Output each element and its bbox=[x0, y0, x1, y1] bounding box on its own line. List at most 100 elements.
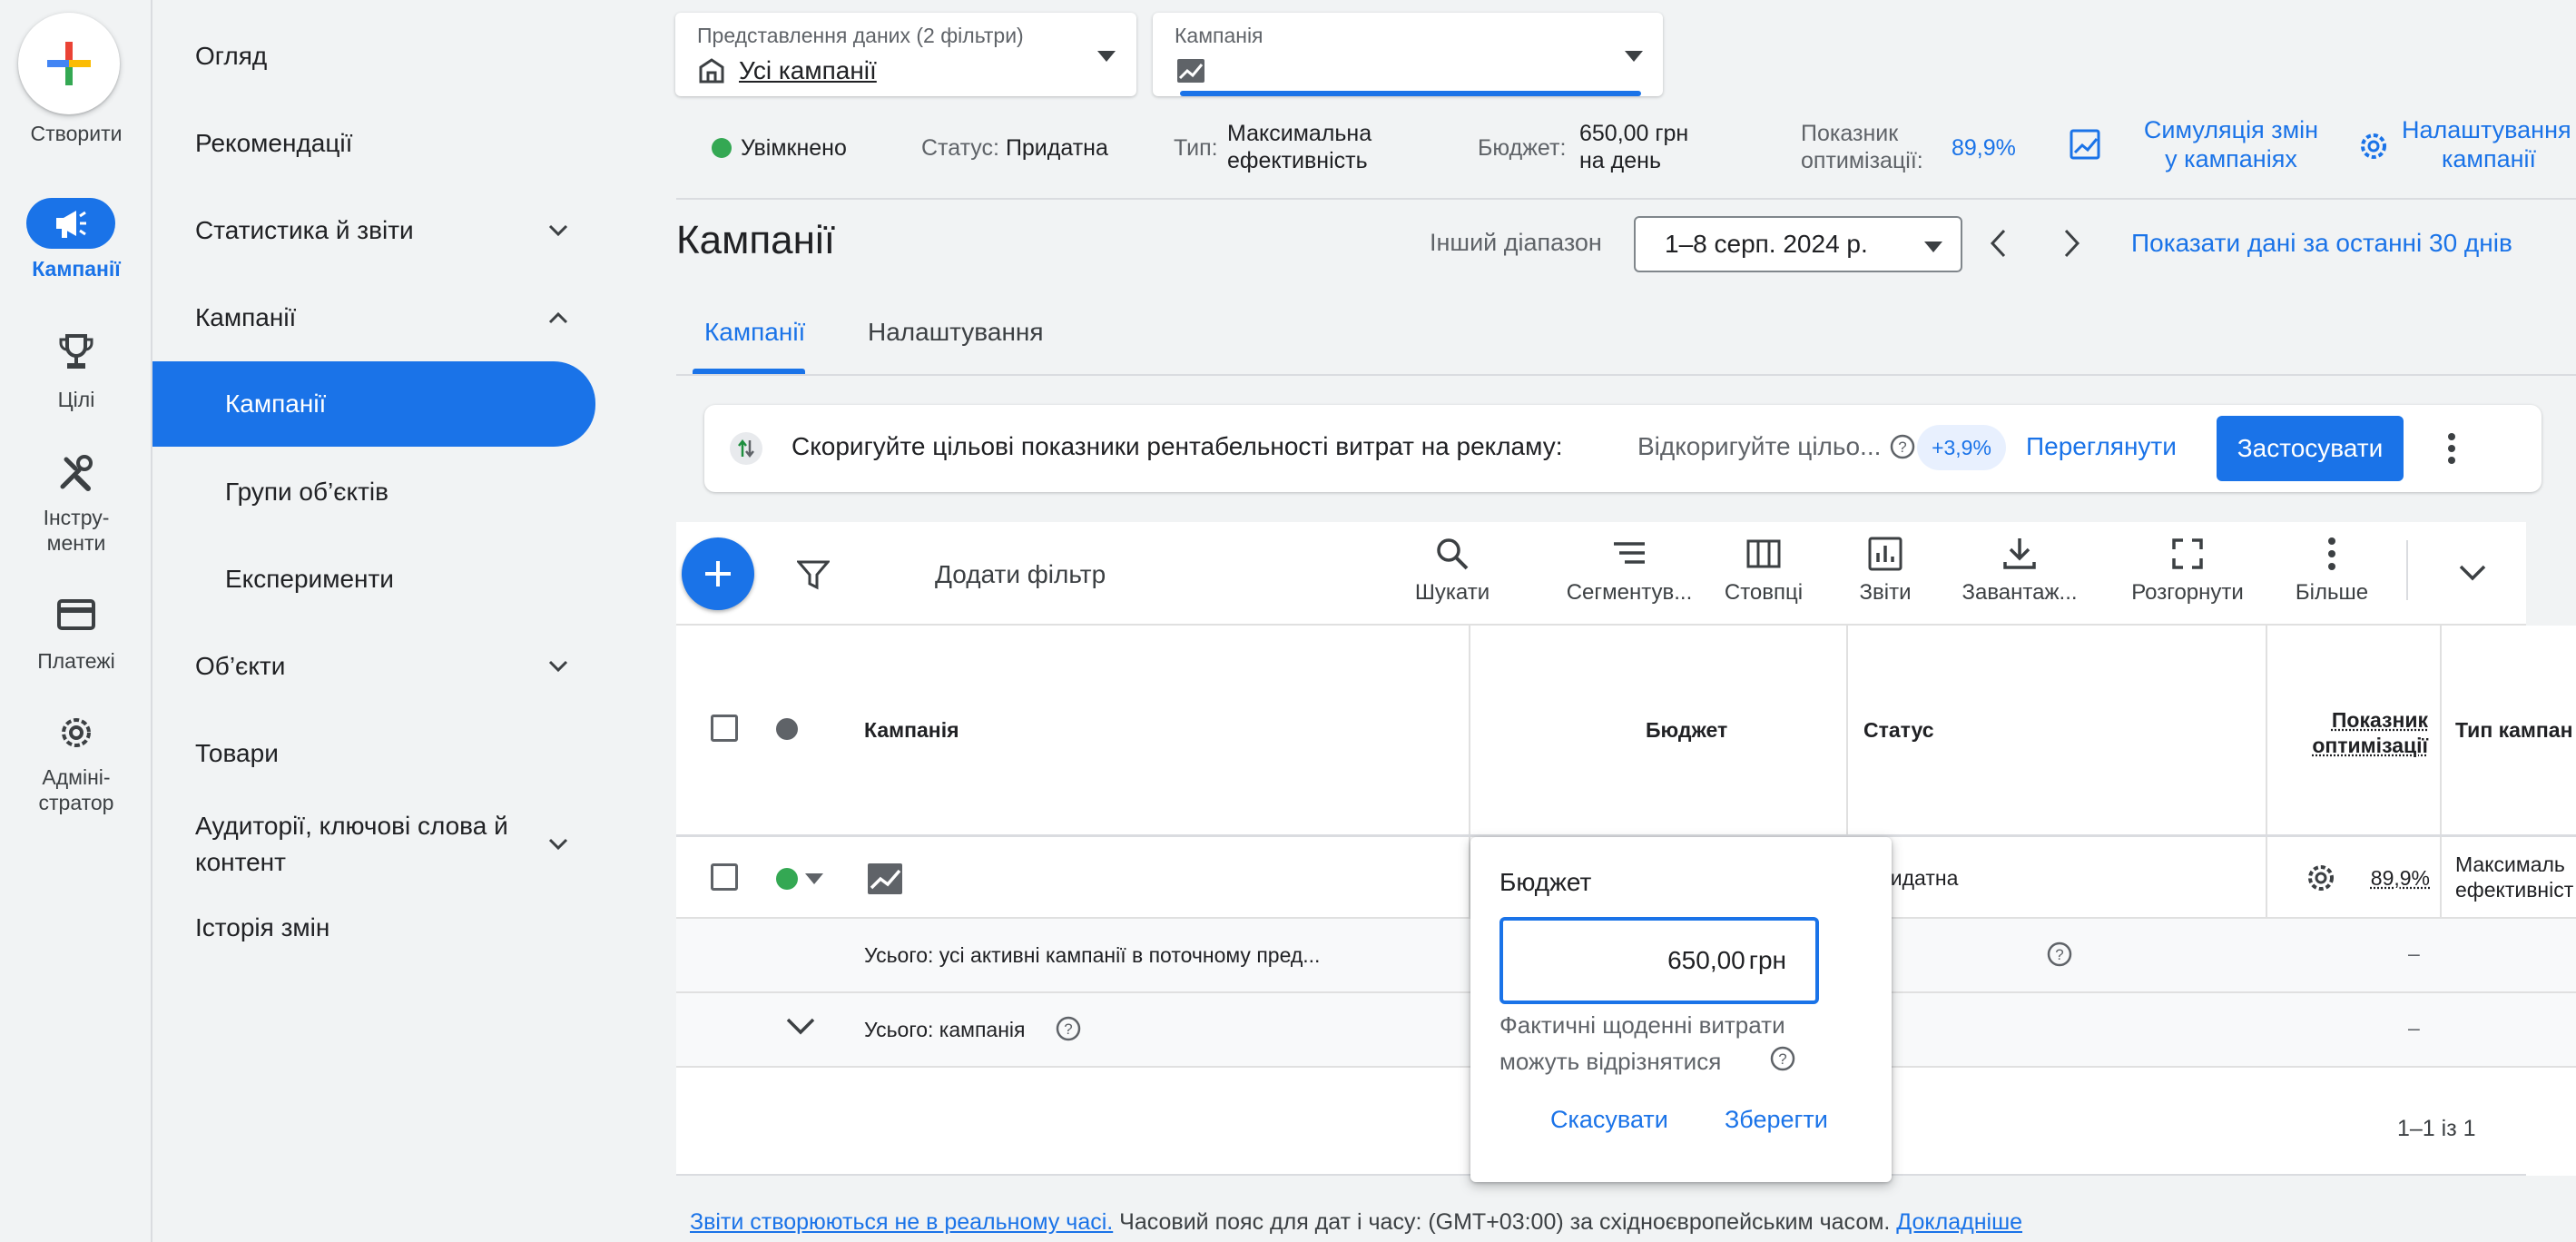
create-button[interactable] bbox=[18, 13, 120, 114]
apply-button[interactable]: Застосувати bbox=[2217, 416, 2404, 481]
tool-segment[interactable]: Сегментув... bbox=[1539, 537, 1720, 606]
segment-icon bbox=[1614, 542, 1645, 564]
footer-more-link[interactable]: Докладніше bbox=[1896, 1209, 2022, 1235]
opt-label-2: оптимізації: bbox=[1801, 148, 1923, 173]
create-label: Створити bbox=[30, 122, 123, 145]
total-campaign-label: Усього: кампанія bbox=[864, 1018, 1026, 1041]
download-icon bbox=[2003, 538, 2036, 569]
select-all-checkbox[interactable] bbox=[711, 715, 738, 742]
status-dropdown-icon[interactable] bbox=[805, 873, 823, 884]
credit-card-icon bbox=[57, 599, 95, 630]
nav-item-assets[interactable]: Об’єкти bbox=[152, 626, 595, 707]
gear-icon bbox=[62, 718, 91, 747]
nav-item-recommendations[interactable]: Рекомендації bbox=[152, 103, 595, 184]
tab-settings[interactable]: Налаштування bbox=[868, 318, 1044, 347]
plus-icon bbox=[705, 561, 731, 586]
budget-value-1[interactable]: 650,00 грн bbox=[1579, 120, 1688, 147]
more-vert-icon[interactable] bbox=[2447, 432, 2456, 465]
col-header-status[interactable]: Статус bbox=[1863, 718, 1934, 743]
other-range-label: Інший діапазон bbox=[1430, 229, 1602, 256]
tool-label: Звіти bbox=[1859, 580, 1912, 605]
campaign-settings-button[interactable]: Налаштування кампанії bbox=[2358, 116, 2576, 180]
date-range-picker[interactable]: 1–8 серп. 2024 р. bbox=[1634, 216, 1962, 272]
rail-label-tools: Інстру- менти bbox=[43, 506, 110, 555]
nav-item-audiences[interactable]: Аудиторії, ключові слова й контент bbox=[152, 799, 595, 890]
date-range-value: 1–8 серп. 2024 р. bbox=[1665, 230, 1868, 258]
status-label: Статус: Придатна bbox=[921, 134, 1108, 162]
divider bbox=[676, 198, 2576, 200]
last-30-days-link[interactable]: Показати дані за останні 30 днів bbox=[2131, 229, 2512, 258]
rail-item-admin[interactable]: Адміні- стратор bbox=[0, 714, 152, 823]
tool-label: Більше bbox=[2295, 580, 2369, 605]
view-filter-dropdown[interactable]: Представлення даних (2 фільтри) Усі камп… bbox=[675, 13, 1136, 96]
rail-item-campaigns[interactable]: Кампанії bbox=[0, 198, 152, 307]
chevron-up-icon bbox=[548, 311, 568, 324]
col-header-type[interactable]: Тип кампан bbox=[2455, 718, 2573, 743]
simulate-line-2: у кампаніях bbox=[2165, 145, 2297, 172]
tool-more[interactable]: Більше bbox=[2286, 537, 2377, 606]
add-campaign-button[interactable] bbox=[682, 537, 754, 610]
nav-item-label: Рекомендації bbox=[195, 129, 353, 157]
help-icon[interactable]: ? bbox=[1770, 1046, 1795, 1071]
rail-item-tools[interactable]: Інстру- менти bbox=[0, 454, 152, 563]
nav-item-campaigns-group[interactable]: Кампанії bbox=[152, 277, 595, 359]
opt-score-link[interactable]: 89,9% bbox=[1952, 134, 2016, 162]
nav-item-campaigns[interactable]: Кампанії bbox=[152, 361, 595, 447]
collapse-toolbar-icon[interactable] bbox=[2459, 564, 2486, 582]
filter-icon[interactable] bbox=[797, 558, 830, 591]
help-icon[interactable]: ? bbox=[1056, 1016, 1081, 1041]
tab-campaigns[interactable]: Кампанії bbox=[704, 318, 805, 347]
campaign-filter-dropdown[interactable]: Кампанія bbox=[1153, 13, 1663, 96]
svg-text:?: ? bbox=[1778, 1050, 1786, 1068]
performance-max-icon bbox=[868, 863, 902, 894]
status-label-text: Статус: bbox=[921, 135, 999, 161]
reco-icon-wrap bbox=[730, 432, 762, 465]
col-header-optimization[interactable]: Показник оптимізації bbox=[2292, 707, 2428, 758]
nav-item-overview[interactable]: Огляд bbox=[152, 15, 595, 97]
nav-item-label: Об’єкти bbox=[195, 652, 286, 680]
tabs-divider bbox=[676, 374, 2576, 376]
add-filter-input[interactable]: Додати фільтр bbox=[935, 560, 1106, 589]
status-value: Придатна bbox=[1005, 135, 1108, 161]
enabled-status[interactable]: Увімкнено bbox=[741, 134, 847, 162]
nav-item-asset-groups[interactable]: Групи об’єктів bbox=[152, 451, 595, 533]
simulate-changes-button[interactable]: Симуляція змін у кампаніях bbox=[2070, 116, 2351, 180]
nav-item-insights-reports[interactable]: Статистика й звіти bbox=[152, 190, 595, 271]
row-optimization-score[interactable]: 89,9% bbox=[2321, 866, 2430, 891]
tool-reports[interactable]: Звіти bbox=[1844, 537, 1926, 606]
col-header-budget[interactable]: Бюджет bbox=[1646, 718, 1727, 743]
footer-link[interactable]: Звіти створюються не в реальному часі. bbox=[690, 1209, 1113, 1235]
view-filter-value: Усі кампанії bbox=[739, 56, 877, 84]
type-value-1: Максимальна bbox=[1227, 121, 1372, 146]
tool-expand[interactable]: Розгорнути bbox=[2119, 537, 2256, 606]
next-period-icon[interactable] bbox=[2062, 229, 2080, 258]
tool-search[interactable]: Шукати bbox=[1402, 537, 1502, 606]
previous-period-icon[interactable] bbox=[1990, 229, 2008, 258]
nav-item-experiments[interactable]: Експерименти bbox=[152, 538, 595, 620]
type-label: Тип: bbox=[1174, 135, 1218, 161]
chevron-down-icon[interactable] bbox=[785, 1016, 816, 1036]
nav-item-products[interactable]: Товари bbox=[152, 713, 595, 794]
save-button[interactable]: Зберегти bbox=[1725, 1106, 1828, 1134]
row-checkbox[interactable] bbox=[711, 863, 738, 891]
nav-item-label: Статистика й звіти bbox=[195, 216, 414, 244]
cancel-button[interactable]: Скасувати bbox=[1550, 1106, 1668, 1134]
rail-item-billing[interactable]: Платежі bbox=[0, 599, 152, 708]
chevron-down-icon bbox=[548, 660, 568, 673]
budget-input-currency: грн bbox=[1748, 946, 1786, 974]
nav-panel: Огляд Рекомендації Статистика й звіти Ка… bbox=[152, 0, 606, 1242]
campaign-name-redacted[interactable] bbox=[917, 867, 1216, 891]
rail-label-admin: Адміні- стратор bbox=[38, 765, 114, 814]
rail-item-goals[interactable]: Цілі bbox=[0, 334, 152, 443]
table-toolbar: Додати фільтр Шукати Сегментув... Стовпц… bbox=[676, 522, 2526, 626]
tool-columns[interactable]: Стовпці bbox=[1714, 537, 1814, 606]
col-header-campaign[interactable]: Кампанія bbox=[864, 718, 959, 743]
left-rail: Створити Кампанії Цілі Інстру- менти Пла… bbox=[0, 0, 152, 1242]
budget-input-value: 650,00 bbox=[1667, 946, 1745, 974]
help-icon[interactable]: ? bbox=[2047, 941, 2072, 967]
tool-download[interactable]: Завантаж... bbox=[1947, 537, 2092, 606]
reco-view-link[interactable]: Переглянути bbox=[2026, 432, 2177, 461]
help-icon[interactable]: ? bbox=[1890, 434, 1915, 459]
budget-input[interactable]: 650,00 грн bbox=[1499, 917, 1819, 1004]
nav-item-change-history[interactable]: Історія змін bbox=[152, 887, 595, 969]
